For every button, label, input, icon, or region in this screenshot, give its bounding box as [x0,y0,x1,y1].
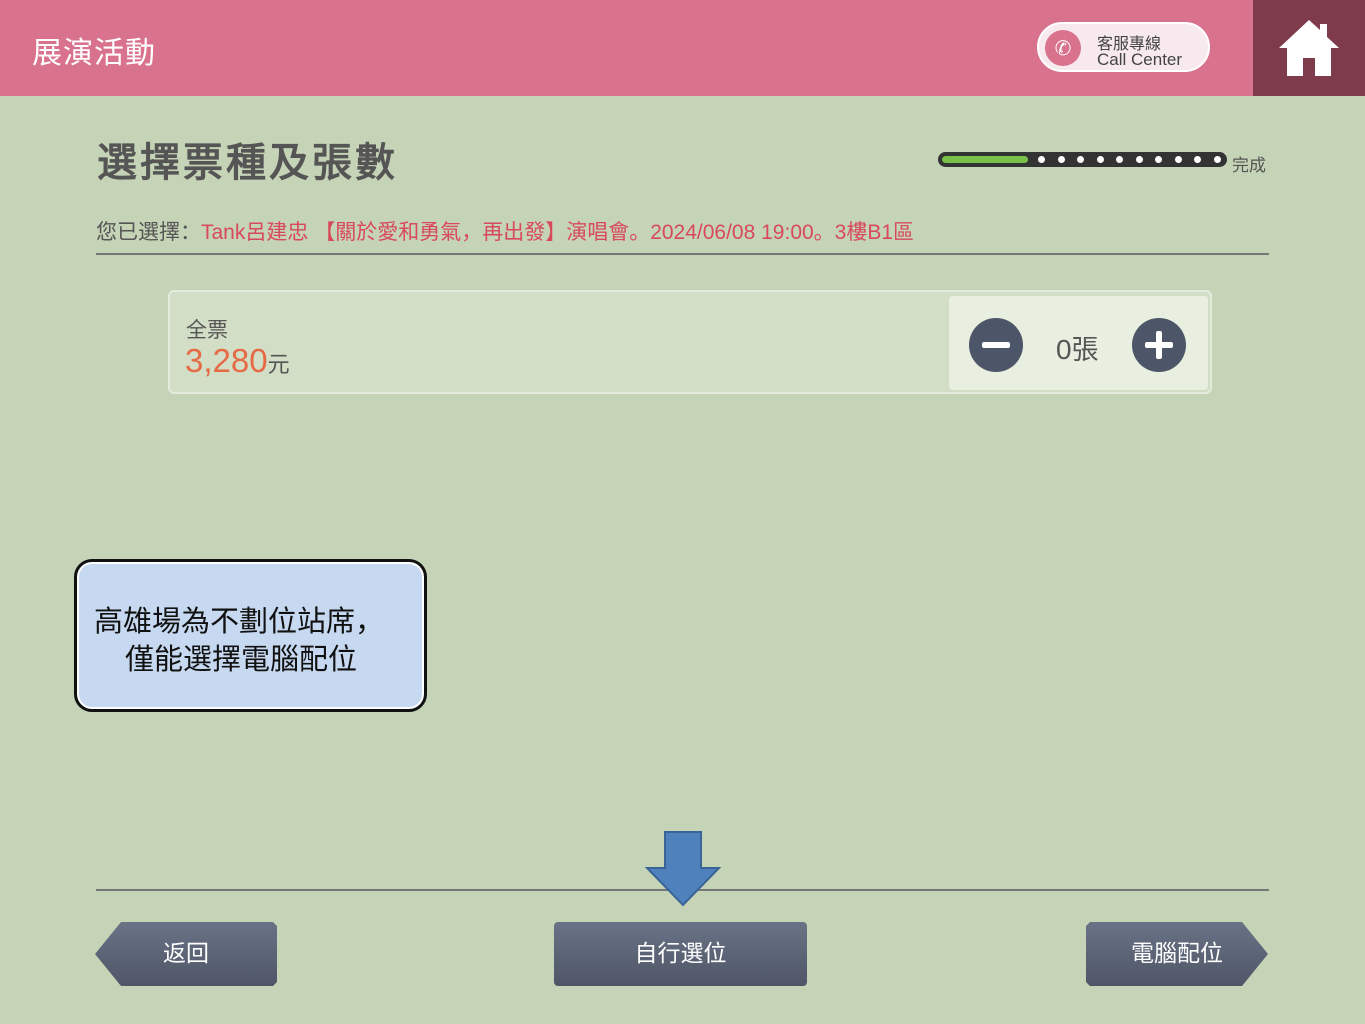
progress-dot [1155,156,1162,163]
increase-button[interactable] [1132,318,1186,372]
ticket-price: 3,280元 [185,342,290,380]
home-button[interactable] [1253,0,1365,96]
progress-dot [1194,156,1201,163]
ticket-price-value: 3,280 [185,342,268,379]
back-button[interactable]: 返回 [95,922,277,986]
notice-callout: 高雄場為不劃位站席， 僅能選擇電腦配位 [74,559,427,712]
quantity-value: 0 [1056,334,1072,365]
progress-dot [1096,156,1104,163]
selection-value: Tank呂建忠 【關於愛和勇氣，再出發】演唱會。2024/06/08 19:00… [201,221,915,244]
ticket-row: 全票 3,280元 0張 [168,290,1212,394]
progress-dot [1213,156,1221,163]
progress-dot [1135,156,1143,163]
progress-label: 完成 [1232,156,1266,176]
ticket-type: 全票 [186,318,228,342]
auto-assign-button[interactable]: 電腦配位 [1086,922,1268,986]
phone-icon: ✆ [1045,30,1081,66]
header-bar: 展演活動 ✆ 客服專線 Call Center [0,0,1253,96]
call-center-label-en: Call Center [1097,50,1183,69]
progress-dot [1038,156,1045,163]
progress-fill [942,156,1028,163]
progress-steps [1038,156,1223,163]
page-title: 選擇票種及張數 [97,140,398,186]
header-title: 展演活動 [32,36,156,71]
call-center-button[interactable]: ✆ 客服專線 Call Center [1037,22,1210,72]
decrease-button[interactable] [969,318,1023,372]
self-select-button[interactable]: 自行選位 [554,922,807,986]
quantity-unit: 張 [1071,335,1099,366]
progress-dot [1077,156,1084,163]
progress-dot [1057,156,1065,163]
divider-top [96,253,1269,255]
home-icon [1279,20,1339,76]
notice-line-1: 高雄場為不劃位站席， [94,604,385,638]
progress-dot [1174,156,1182,163]
quantity-display: 0張 [1056,328,1099,367]
ticket-currency: 元 [267,352,290,377]
auto-assign-label: 電腦配位 [1131,941,1223,967]
self-select-label: 自行選位 [634,941,727,967]
notice-line-2: 僅能選擇電腦配位 [125,642,358,676]
selection-summary: 您已選擇：Tank呂建忠 【關於愛和勇氣，再出發】演唱會。2024/06/08 … [96,216,914,246]
back-label: 返回 [163,941,209,967]
progress-dot [1116,156,1123,163]
minus-icon [982,342,1010,348]
progress-bar [938,152,1227,167]
quantity-stepper: 0張 [949,296,1208,390]
down-arrow-icon [644,831,722,907]
selection-prefix: 您已選擇： [96,221,201,244]
